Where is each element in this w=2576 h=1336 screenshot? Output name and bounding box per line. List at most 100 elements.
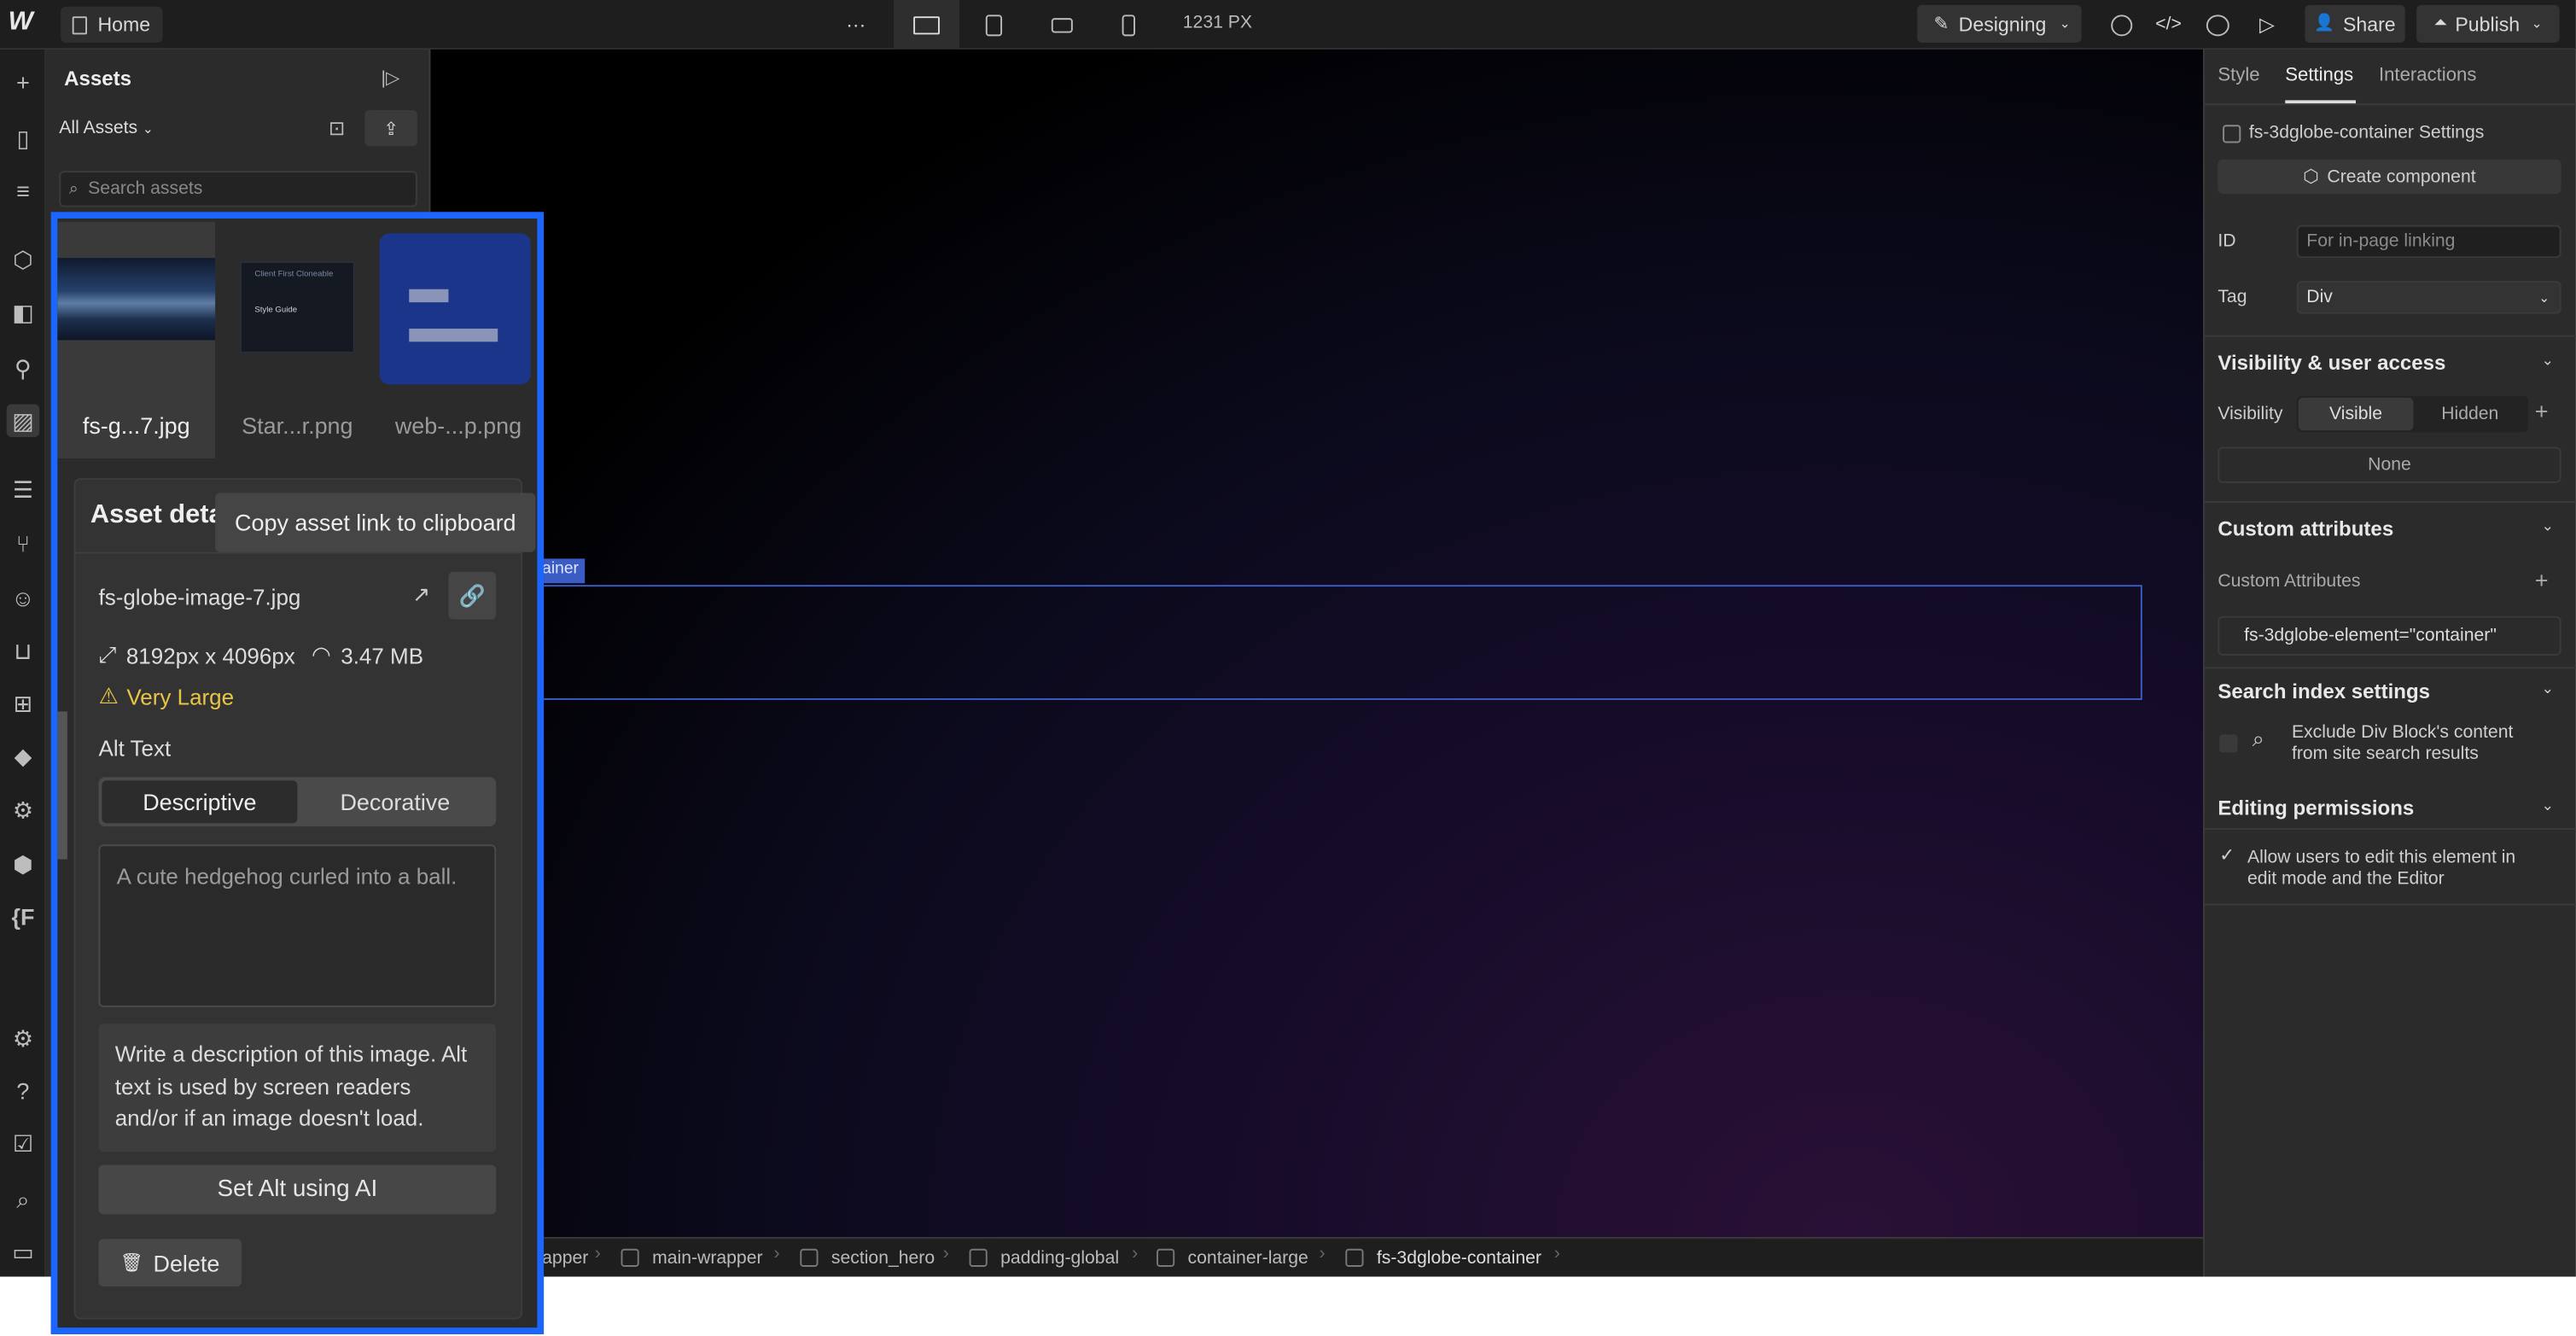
divider [2204, 667, 2576, 669]
help-icon[interactable]: ? [7, 1075, 39, 1107]
alt-text-input[interactable]: A cute hedgehog curled into a ball. [98, 844, 497, 1007]
new-folder-icon[interactable]: ⊡ [329, 117, 345, 140]
asset-thumbnail[interactable]: fs-g...7.jpg [57, 221, 216, 458]
tasks-icon[interactable]: ☑ [7, 1127, 39, 1159]
asset-thumbnail[interactable]: web-...p.png [379, 222, 538, 458]
desktop-breakpoint-button[interactable] [894, 0, 960, 50]
video-tutorial-icon[interactable]: ▭ [7, 1235, 39, 1268]
breadcrumb-item[interactable]: apper [542, 1249, 588, 1269]
settings-panel: Style Settings Interactions fs-3dglobe-c… [2203, 49, 2576, 1277]
id-input[interactable]: For in-page linking [2296, 225, 2561, 259]
allow-edit-checkbox[interactable]: ✓ [2219, 844, 2235, 866]
add-attribute-icon[interactable]: + [2535, 567, 2549, 593]
breadcrumb-item[interactable]: padding-global [1000, 1249, 1119, 1269]
comment-icon [2206, 14, 2229, 36]
breadcrumb-item[interactable]: main-wrapper [652, 1249, 762, 1269]
tab-interactions[interactable]: Interactions [2379, 66, 2476, 85]
tag-select[interactable]: Div ⌄ [2296, 281, 2561, 314]
visibility-hidden-option[interactable]: Hidden [2413, 398, 2526, 430]
delete-asset-button[interactable]: 🗑 Delete [98, 1239, 242, 1287]
brush-icon: ✎ [1933, 15, 1949, 35]
visibility-section-title[interactable]: Visibility & user access [2218, 352, 2445, 375]
finsweet-icon[interactable]: {F [7, 901, 39, 933]
share-button[interactable]: 👤 Share [2305, 4, 2405, 44]
upload-button[interactable]: ⇪ [364, 109, 417, 147]
ecommerce-icon[interactable]: ⊔ [7, 634, 39, 667]
components-icon[interactable]: ⬡ [7, 243, 39, 276]
webflow-logo-icon[interactable]: W [9, 9, 41, 41]
create-component-button[interactable]: ⬡ Create component [2218, 159, 2561, 195]
chevron-down-icon[interactable]: ⌄ [2542, 796, 2555, 814]
breadcrumb-item-current[interactable]: fs-3dglobe-container [1377, 1249, 1542, 1269]
publish-button[interactable]: ⏶ Publish ⌄ [2416, 4, 2560, 44]
file-size-icon: ◠ [312, 642, 331, 668]
chevron-down-icon[interactable]: ⌄ [2542, 517, 2555, 535]
settings-checkbox[interactable] [2223, 125, 2241, 143]
chevron-down-icon[interactable]: ⌄ [2542, 680, 2555, 698]
search-index-section-title[interactable]: Search index settings [2218, 680, 2430, 703]
asset-thumbnail-label: fs-g...7.jpg [82, 412, 190, 439]
asset-filter-dropdown[interactable]: All Assets ⌄ [59, 119, 153, 138]
custom-attribute-row[interactable]: fs-3dglobe-element="container" [2218, 615, 2561, 656]
breadcrumb-item[interactable]: container-large [1188, 1249, 1308, 1269]
trash-icon: 🗑 [120, 1253, 143, 1274]
settings-icon[interactable]: ⚙ [7, 1022, 39, 1054]
set-alt-ai-button[interactable]: Set Alt using AI [98, 1164, 497, 1215]
open-external-icon[interactable]: ↗ [412, 581, 430, 608]
integration-icon[interactable]: ⚙ [7, 794, 39, 826]
breadcrumb-item[interactable]: section_hero [831, 1249, 935, 1269]
exclude-search-line: Exclude Div Block's content [2291, 722, 2514, 743]
tablet-breakpoint-button[interactable] [972, 7, 1015, 43]
search-icon[interactable]: ⌕ [7, 1183, 39, 1216]
visibility-visible-option[interactable]: Visible [2298, 397, 2414, 431]
users-icon[interactable]: ☺ [7, 581, 39, 614]
alt-help-text: Write a description of this image. Alt t… [98, 1024, 497, 1152]
asset-preview-text: Style Guide [254, 305, 298, 316]
alt-mode-descriptive[interactable]: Descriptive [102, 780, 298, 824]
cms-icon[interactable]: ☰ [7, 473, 39, 505]
apps-icon[interactable]: ⊞ [7, 687, 39, 720]
preview-button[interactable]: ▷ [2249, 7, 2285, 43]
mode-selector-button[interactable]: ✎ Designing ⌄ [1917, 4, 2082, 44]
design-canvas[interactable]: ainer [430, 49, 2204, 1238]
chevron-down-icon[interactable]: ⌄ [2542, 352, 2555, 370]
mobile-landscape-button[interactable] [1040, 7, 1082, 43]
code-button[interactable]: </> [2150, 7, 2186, 43]
assets-icon[interactable]: ▨ [6, 404, 40, 437]
tablet-icon [985, 14, 1003, 36]
editing-permissions-section-title[interactable]: Editing permissions [2218, 796, 2414, 820]
alt-mode-decorative[interactable]: Decorative [297, 780, 492, 823]
search-exclude-icon: ⌕ [2252, 726, 2264, 751]
custom-attributes-section-title[interactable]: Custom attributes [2218, 517, 2393, 540]
exclude-search-checkbox[interactable] [2219, 734, 2238, 753]
tab-style[interactable]: Style [2218, 66, 2259, 85]
navigator-icon[interactable]: ≡ [7, 174, 39, 207]
highlighted-asset-region: fs-g...7.jpg Client First Cloneable Styl… [50, 212, 545, 1334]
chevron-down-icon: ⌄ [2538, 289, 2550, 306]
copy-link-button[interactable]: 🔗 [448, 571, 497, 620]
mobile-portrait-button[interactable] [1107, 7, 1150, 43]
add-element-icon[interactable]: + [7, 66, 39, 98]
scrollbar-thumb[interactable] [57, 711, 67, 860]
add-condition-icon[interactable]: + [2535, 398, 2549, 424]
spline-icon[interactable]: ⬢ [7, 848, 39, 880]
comments-button[interactable] [2200, 7, 2235, 43]
logic-icon[interactable]: ⑂ [7, 528, 39, 560]
breadcrumb-separator-icon: › [1132, 1243, 1139, 1264]
copy-link-tooltip: Copy asset link to clipboard [215, 493, 536, 552]
mobile-landscape-icon [1050, 17, 1072, 32]
search-assets-input[interactable]: ⌕ Search assets [59, 171, 417, 207]
marketplace-icon[interactable]: ◆ [7, 739, 39, 772]
more-options-button[interactable]: ··· [835, 7, 877, 43]
asset-thumbnail[interactable]: Client First Cloneable Style Guide Star.… [219, 222, 376, 458]
pin-panel-icon[interactable]: |▷ [382, 67, 400, 89]
variables-icon[interactable]: ⚲ [7, 352, 39, 384]
page-selector-button[interactable]: Home [61, 6, 163, 44]
exclude-search-text: Exclude Div Block's content from site se… [2292, 723, 2513, 766]
tab-settings[interactable]: Settings [2285, 66, 2353, 85]
audit-button[interactable] [2103, 7, 2139, 43]
pages-icon[interactable]: ▯ [7, 121, 39, 154]
style-selectors-icon[interactable]: ◧ [7, 295, 39, 328]
asset-preview-image [57, 258, 216, 341]
selected-element-outline[interactable] [535, 585, 2142, 700]
